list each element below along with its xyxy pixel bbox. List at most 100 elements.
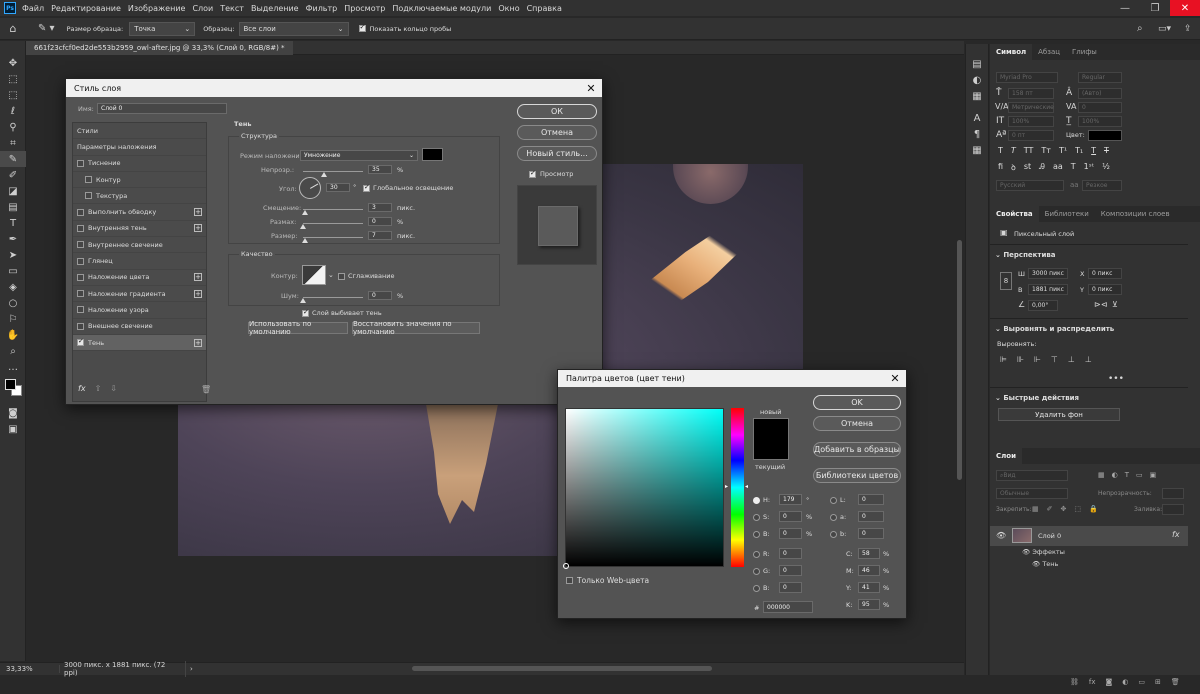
fill-field[interactable] — [1162, 504, 1184, 515]
vertical-scrollbar[interactable] — [957, 240, 962, 480]
filter-shape-icon[interactable]: ▭ — [1136, 471, 1143, 479]
faux-bold-icon[interactable]: T — [998, 146, 1003, 155]
flip-vertical-icon[interactable]: ⊻ — [1112, 300, 1118, 309]
y-field[interactable]: 0 пикс — [1088, 284, 1122, 295]
all-caps-icon[interactable]: TT — [1024, 146, 1034, 155]
width-field[interactable]: 3000 пикс — [1028, 268, 1068, 279]
style-checkbox[interactable] — [77, 290, 84, 298]
add-effect-icon[interactable]: + — [194, 338, 202, 347]
brush-tool-icon[interactable]: ✐ — [0, 167, 26, 183]
style-list-item[interactable]: Глянец — [73, 253, 206, 270]
spread-slider-thumb[interactable] — [300, 224, 306, 229]
current-color-swatch[interactable] — [753, 439, 789, 460]
pen-tool-icon[interactable]: ✒ — [0, 231, 26, 247]
small-caps-icon[interactable]: Tт — [1041, 146, 1051, 155]
style-checkbox[interactable] — [77, 257, 84, 265]
style-checkbox[interactable] — [77, 159, 84, 167]
layer-row[interactable]: 👁 Слой 0 fx — [990, 526, 1188, 546]
knockout-checkbox[interactable] — [302, 308, 309, 317]
strikethrough-icon[interactable]: T — [1104, 146, 1109, 155]
blue-radio[interactable] — [753, 585, 760, 592]
language-select[interactable]: Русский — [996, 180, 1064, 191]
menu-item[interactable]: Редактирование — [51, 4, 121, 13]
angle-field[interactable]: 0,00° — [1028, 300, 1058, 311]
a-radio[interactable] — [830, 514, 837, 521]
delete-effect-icon[interactable]: 🗑 — [201, 385, 211, 394]
size-slider[interactable] — [303, 237, 363, 238]
blend-mode-select[interactable]: Умножение ⌄ — [300, 150, 418, 161]
shadow-color-swatch[interactable] — [422, 148, 443, 161]
workspace-icon[interactable]: ▭▾ — [1158, 24, 1171, 34]
filter-pixel-icon[interactable]: ▦ — [1098, 471, 1105, 479]
color-libraries-button[interactable]: Библиотеки цветов — [813, 468, 901, 483]
make-default-button[interactable]: Использовать по умолчанию — [248, 320, 348, 336]
filter-adjust-icon[interactable]: ◐ — [1112, 471, 1118, 479]
web-colors-checkbox[interactable] — [566, 577, 573, 584]
add-effect-icon[interactable]: + — [194, 208, 202, 217]
style-list-item[interactable]: Внутреннее свечение — [73, 237, 206, 254]
search-icon[interactable]: ⌕ — [1137, 23, 1143, 34]
menu-item[interactable]: Фильтр — [306, 4, 338, 13]
fx-menu-icon[interactable]: fx — [78, 384, 86, 393]
font-size-field[interactable]: 158 пт — [1008, 88, 1054, 99]
menu-item[interactable]: Окно — [498, 4, 519, 13]
horizontal-scrollbar[interactable] — [412, 666, 712, 671]
tracking-field[interactable]: 0 — [1078, 102, 1122, 113]
style-checkbox[interactable] — [77, 241, 84, 249]
contour-dropdown-icon[interactable]: ⌄ — [328, 271, 334, 279]
paint-bucket-icon[interactable]: ◈ — [0, 279, 26, 295]
new-style-button[interactable]: Новый стиль... — [517, 146, 597, 161]
remove-background-button[interactable]: Удалить фон — [998, 408, 1120, 421]
sample-size-select[interactable]: Точка ⌄ — [129, 21, 196, 36]
noise-input[interactable]: 0 — [368, 291, 392, 300]
close-icon[interactable]: ✕ — [1170, 0, 1200, 16]
style-list-item[interactable]: Наложение узора — [73, 302, 206, 319]
text-color-swatch[interactable] — [1088, 130, 1122, 141]
table-panel-icon[interactable]: ▦ — [966, 142, 988, 158]
link-layers-icon[interactable]: ⛓ — [1070, 678, 1079, 686]
style-checkbox[interactable] — [77, 337, 84, 346]
style-list-item[interactable]: Тень + — [73, 334, 206, 352]
lock-all-icon[interactable]: 🔒 — [1089, 505, 1098, 513]
new-group-icon[interactable]: ▭ — [1138, 678, 1145, 686]
color-swatches[interactable] — [0, 375, 25, 405]
menu-item[interactable]: Выделение — [251, 4, 299, 13]
fraction-icon[interactable]: ½ — [1102, 162, 1110, 173]
add-mask-icon[interactable]: ◙ — [1106, 678, 1113, 686]
style-list-item[interactable]: Текстура — [73, 188, 206, 205]
home-icon[interactable]: ⌂ — [0, 22, 26, 35]
align-top-icon[interactable]: ⊤ — [1051, 355, 1058, 364]
x-field[interactable]: 0 пикс — [1088, 268, 1122, 279]
paragraph-panel-icon[interactable]: ¶ — [966, 126, 988, 142]
menu-item[interactable]: Просмотр — [344, 4, 385, 13]
zoom-value[interactable]: 33,33% — [0, 665, 60, 673]
new-adjustment-icon[interactable]: ◐ — [1122, 678, 1128, 686]
hue-radio[interactable] — [753, 497, 760, 504]
b-lab-input[interactable]: 0 — [858, 528, 884, 539]
baseline-field[interactable]: 0 пт — [1008, 130, 1054, 141]
ok-button[interactable]: ОК — [517, 104, 597, 119]
global-light-checkbox[interactable] — [363, 183, 370, 192]
style-checkbox[interactable] — [77, 306, 84, 314]
spread-input[interactable]: 0 — [368, 217, 392, 226]
crop-tool-icon[interactable]: ⌗ — [0, 135, 26, 151]
align-hcenter-icon[interactable]: ⊪ — [1017, 355, 1024, 364]
hscale-field[interactable]: 100% — [1078, 116, 1122, 127]
quick-mask-icon[interactable]: ◙ — [0, 405, 26, 421]
anti-alias-select[interactable]: Резкое — [1082, 180, 1122, 191]
green-radio[interactable] — [753, 568, 760, 575]
move-up-icon[interactable]: ⇧ — [95, 384, 102, 393]
flip-horizontal-icon[interactable]: ⊳⊲ — [1094, 300, 1107, 309]
r-input[interactable]: 0 — [779, 548, 802, 559]
swatches-icon[interactable]: ▦ — [966, 88, 988, 104]
tab-character[interactable]: Символ — [990, 44, 1033, 60]
layer-name[interactable]: Слой 0 — [1038, 532, 1061, 540]
lock-pixels-icon[interactable]: ✐ — [1047, 505, 1053, 513]
show-ring-checkbox[interactable] — [358, 23, 366, 32]
align-vcenter-icon[interactable]: ⊥ — [1068, 355, 1075, 364]
a-input[interactable]: 0 — [858, 511, 884, 522]
style-checkbox[interactable] — [77, 322, 84, 330]
sample-select[interactable]: Все слои ⌄ — [238, 21, 349, 36]
style-checkbox[interactable] — [77, 273, 84, 281]
zoom-tool-icon[interactable]: ⌕ — [0, 343, 26, 359]
